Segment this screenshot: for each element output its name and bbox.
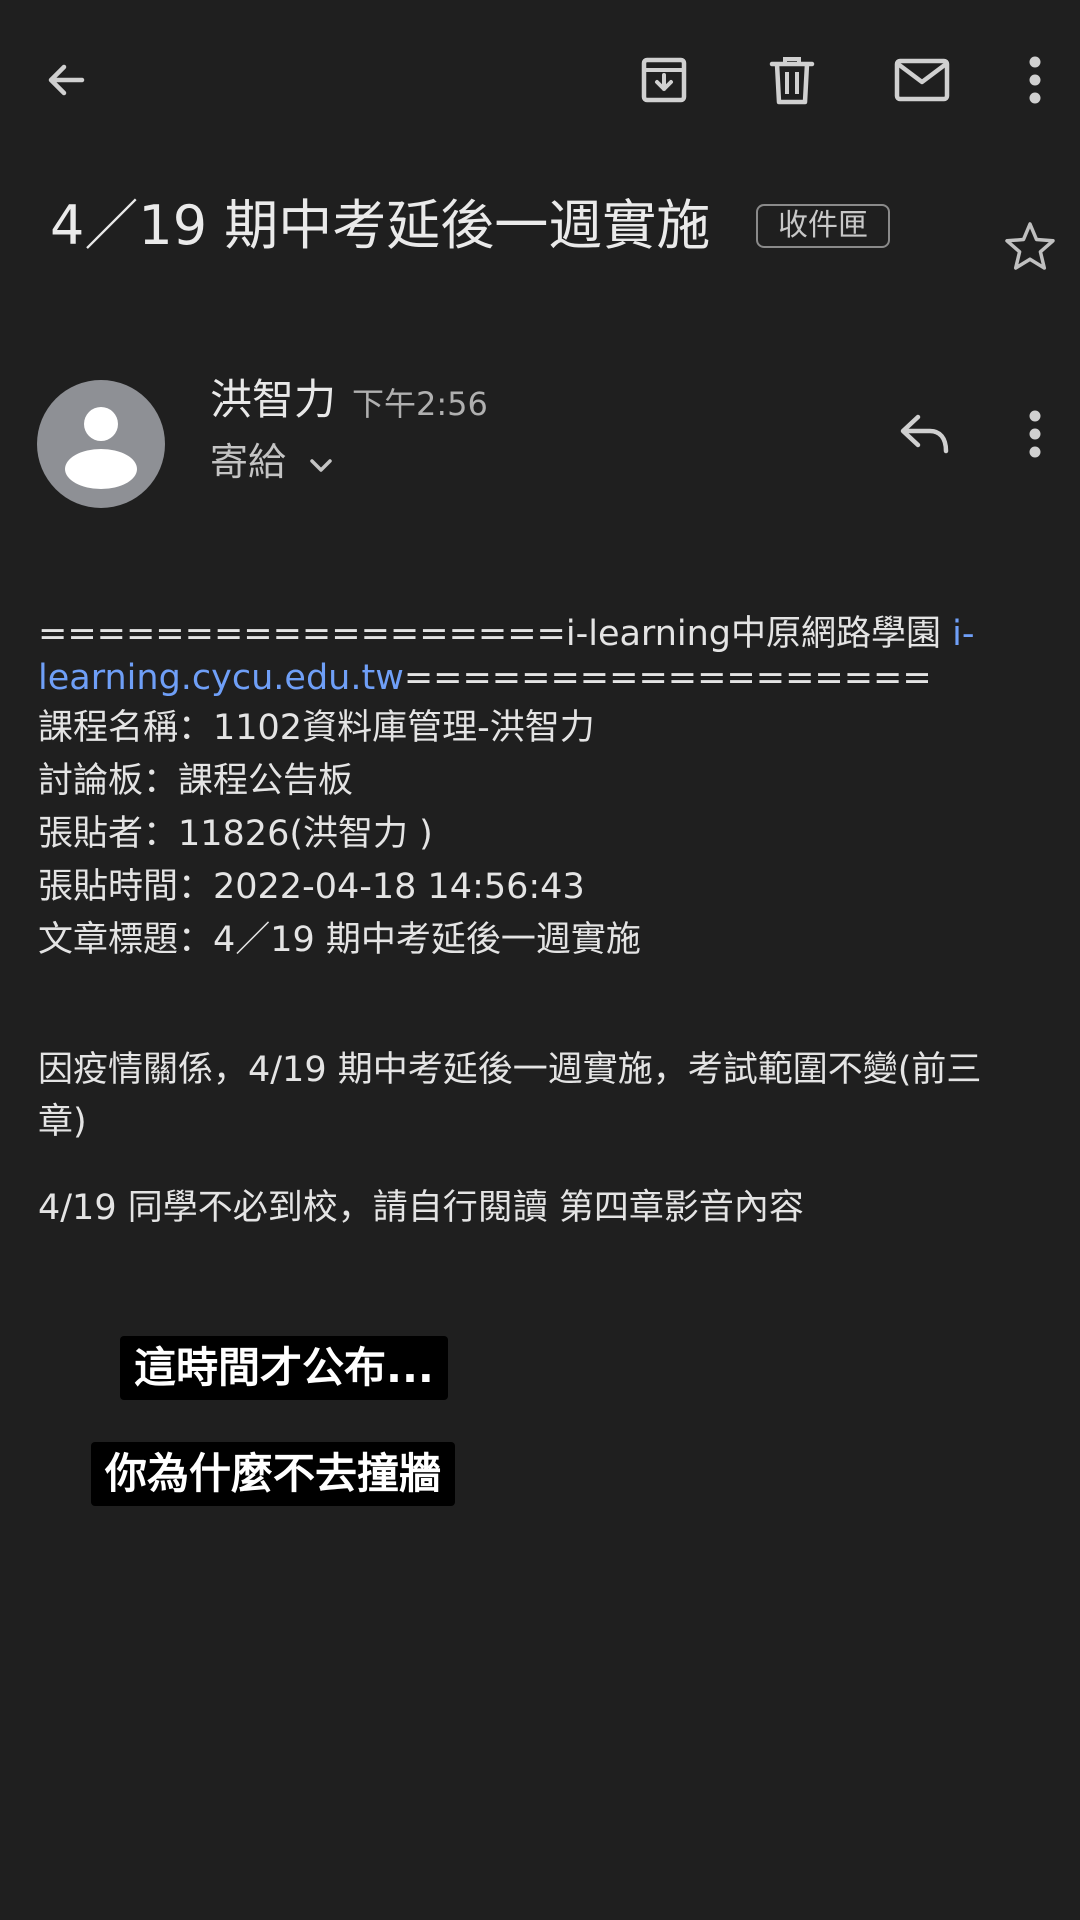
board-line: 討論板：課程公告板	[38, 761, 354, 801]
more-vert-icon	[1027, 56, 1043, 104]
site-link-part1[interactable]: i-	[952, 614, 974, 654]
sender-avatar[interactable]	[37, 380, 165, 508]
trash-icon	[768, 54, 816, 106]
person-icon	[65, 407, 137, 489]
poster-line: 張貼者：11826(洪智力 )	[38, 814, 433, 854]
mark-unread-button[interactable]	[882, 40, 962, 120]
arrow-back-icon	[42, 56, 90, 104]
paragraph2: 4/19 同學不必到校，請自行閱讀 第四章影音內容	[38, 1188, 804, 1228]
site-link-part2[interactable]: learning.cycu.edu.tw	[38, 658, 404, 698]
caption-2: 你為什麼不去撞牆	[91, 1442, 456, 1506]
reply-icon	[898, 413, 950, 455]
mail-icon	[894, 58, 950, 102]
message-more-button[interactable]	[995, 394, 1075, 474]
delete-button[interactable]	[752, 40, 832, 120]
posted-time-line: 張貼時間：2022-04-18 14:56:43	[38, 867, 585, 907]
article-title-line: 文章標題：4／19 期中考延後一週實施	[38, 920, 641, 960]
header-suffix: ==================	[403, 658, 932, 698]
paragraph1-line2: 章)	[38, 1102, 87, 1142]
recipients-label: 寄給	[210, 440, 287, 484]
star-button[interactable]	[990, 206, 1070, 286]
header-prefix: ==================i-learning中原網路學園	[38, 614, 953, 654]
chevron-down-icon	[308, 436, 334, 488]
reply-button[interactable]	[884, 394, 964, 474]
archive-icon	[639, 55, 689, 105]
email-subject: 4／19 期中考延後一週實施	[50, 194, 711, 257]
back-button[interactable]	[26, 40, 106, 120]
inbox-label-chip[interactable]: 收件匣	[756, 204, 890, 248]
archive-button[interactable]	[624, 40, 704, 120]
caption-1: 這時間才公布...	[120, 1336, 448, 1400]
more-vert-icon	[1027, 410, 1043, 458]
body-header-line2: learning.cycu.edu.tw==================	[38, 652, 1038, 704]
star-icon	[1003, 220, 1057, 272]
recipients-toggle[interactable]: 寄給	[210, 436, 334, 488]
sent-time: 下午2:56	[352, 385, 488, 423]
course-line: 課程名稱：1102資料庫管理-洪智力	[38, 708, 595, 748]
paragraph1-line1: 因疫情關係，4/19 期中考延後一週實施，考試範圍不變(前三	[38, 1050, 982, 1090]
sender-name: 洪智力	[210, 375, 337, 424]
more-options-button[interactable]	[995, 40, 1075, 120]
